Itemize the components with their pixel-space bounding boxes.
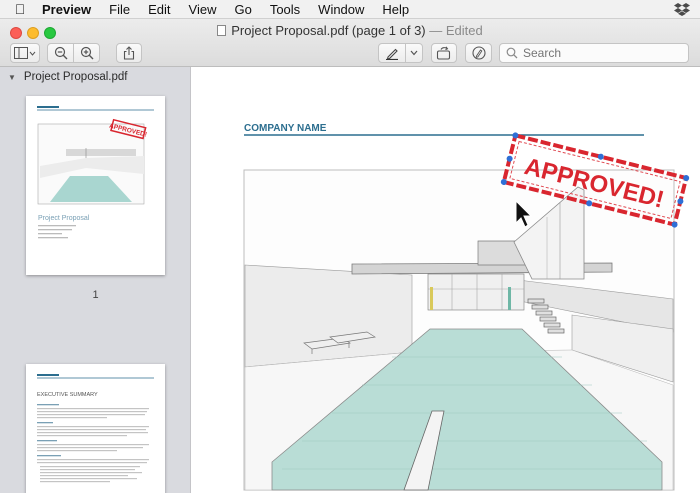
dropbox-icon[interactable] (674, 2, 690, 19)
menu-tools[interactable]: Tools (261, 0, 309, 19)
chevron-down-icon (410, 50, 418, 56)
menu-window[interactable]: Window (309, 0, 373, 19)
share-icon (123, 46, 135, 60)
menu-bar:  Preview File Edit View Go Tools Window… (0, 0, 700, 19)
page-thumbnail-2[interactable]: EXECUTIVE SUMMARY (26, 364, 165, 493)
pdf-page-1: COMPANY NAME APPROVED! (192, 67, 700, 493)
menu-app-name[interactable]: Preview (40, 0, 100, 19)
apple-icon[interactable]:  (0, 1, 40, 17)
zoom-out-icon (54, 46, 67, 60)
zoom-in-button[interactable] (73, 43, 100, 63)
menu-help[interactable]: Help (373, 0, 418, 19)
pen-tool-button[interactable] (378, 43, 406, 63)
menu-view[interactable]: View (180, 0, 226, 19)
rotate-button[interactable] (431, 43, 457, 63)
pen-icon (386, 48, 398, 60)
window-toolbar: Project Proposal.pdf (page 1 of 3) — Edi… (0, 19, 700, 67)
zoom-in-icon (80, 46, 93, 60)
edited-indicator[interactable]: — Edited (429, 23, 482, 38)
page-2-thumbnail-preview: EXECUTIVE SUMMARY (26, 364, 165, 493)
window-title-text: Project Proposal.pdf (page 1 of 3) (231, 23, 426, 38)
thumb-1-heading: Project Proposal (38, 215, 90, 222)
search-field[interactable] (499, 43, 689, 63)
menu-go[interactable]: Go (225, 0, 260, 19)
pen-options-dropdown[interactable] (405, 43, 423, 63)
page-thumbnail-1[interactable]: APPROVED! Project Proposal (26, 96, 165, 275)
window-title: Project Proposal.pdf (page 1 of 3) — Edi… (0, 23, 700, 38)
page-1-thumbnail-preview: APPROVED! Project Proposal (26, 96, 165, 275)
company-name-heading: COMPANY NAME (244, 123, 327, 134)
markup-toolbar-button[interactable] (465, 43, 492, 63)
document-view[interactable]: COMPANY NAME APPROVED! (192, 67, 700, 493)
zoom-out-button[interactable] (47, 43, 74, 63)
markup-toolbar-icon (471, 46, 486, 60)
sidebar-document-header[interactable]: ▼ Project Proposal.pdf (0, 67, 191, 87)
search-input[interactable] (523, 46, 673, 60)
sidebar-toggle-button[interactable] (10, 43, 40, 63)
menu-file[interactable]: File (100, 0, 139, 19)
thumbnail-sidebar: ▼ Project Proposal.pdf APPROVED! Project… (0, 67, 191, 493)
menu-edit[interactable]: Edit (139, 0, 179, 19)
disclosure-triangle-icon[interactable]: ▼ (8, 73, 16, 82)
rotate-icon (436, 46, 451, 60)
sidebar-document-title: Project Proposal.pdf (23, 71, 128, 83)
share-button[interactable] (116, 43, 142, 63)
pdf-document-icon (217, 25, 227, 36)
architecture-sketch-image (243, 169, 675, 491)
thumbnail-page-number: 1 (92, 289, 99, 301)
search-icon (506, 47, 518, 59)
thumb-2-heading: EXECUTIVE SUMMARY (37, 392, 98, 398)
sidebar-toggle-icon (14, 47, 36, 59)
